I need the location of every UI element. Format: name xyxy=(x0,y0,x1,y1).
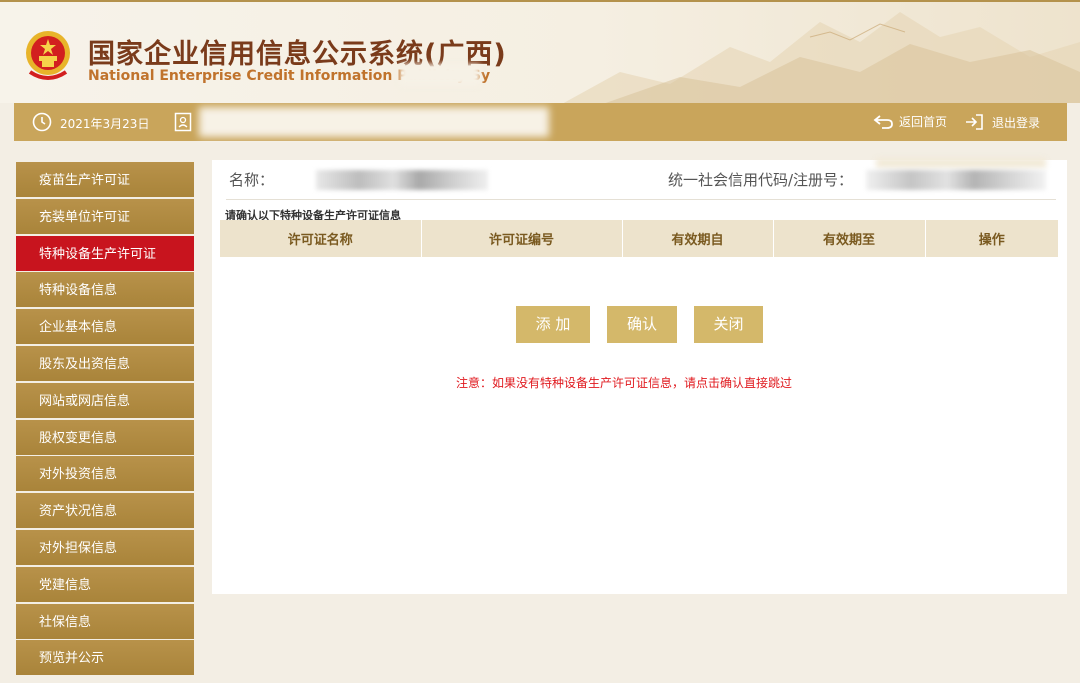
name-redaction xyxy=(316,170,488,190)
sidebar-item-filling-unit-license[interactable]: 充装单位许可证 xyxy=(16,198,194,234)
logout-label: 退出登录 xyxy=(992,115,1041,130)
col-valid-to: 有效期至 xyxy=(773,220,926,257)
return-home-link[interactable]: 返回首页 xyxy=(872,113,947,130)
return-arrow-icon xyxy=(873,114,893,129)
sidebar-item-preview-publish[interactable]: 预览并公示 xyxy=(16,640,194,676)
main-panel: 名称： 统一社会信用代码/注册号： 请确认以下特种设备生产许可证信息 许可证名称… xyxy=(212,158,1067,594)
sidebar-item-special-equipment-license[interactable]: 特种设备生产许可证 xyxy=(16,235,194,271)
col-actions: 操作 xyxy=(925,220,1058,257)
sidebar-item-social-security[interactable]: 社保信息 xyxy=(16,603,194,639)
username-redaction xyxy=(199,107,549,137)
credit-code-redaction xyxy=(866,170,1046,190)
sidebar-item-equity-change[interactable]: 股权变更信息 xyxy=(16,419,194,455)
return-home-label: 返回首页 xyxy=(899,115,948,129)
license-table: 许可证名称 许可证编号 有效期自 有效期至 操作 xyxy=(220,220,1058,257)
user-badge-icon xyxy=(174,112,192,132)
sidebar-item-investment[interactable]: 对外投资信息 xyxy=(16,456,194,492)
sidebar-item-guarantee[interactable]: 对外担保信息 xyxy=(16,529,194,565)
enterprise-info-row: 名称： 统一社会信用代码/注册号： xyxy=(226,158,1056,200)
add-button[interactable]: 添 加 xyxy=(516,306,590,343)
col-license-name: 许可证名称 xyxy=(220,220,422,257)
col-license-number: 许可证编号 xyxy=(421,220,623,257)
sidebar-item-special-equipment-info[interactable]: 特种设备信息 xyxy=(16,272,194,308)
mountain-illustration xyxy=(563,12,1080,103)
sidebar-item-assets[interactable]: 资产状况信息 xyxy=(16,493,194,529)
table-header-row: 许可证名称 许可证编号 有效期自 有效期至 操作 xyxy=(220,220,1058,257)
credit-code-label: 统一社会信用代码/注册号： xyxy=(668,171,854,189)
logout-link[interactable]: 退出登录 xyxy=(964,113,1040,131)
credit-code-redaction-top xyxy=(876,158,1046,168)
sidebar-item-party[interactable]: 党建信息 xyxy=(16,566,194,602)
current-date: 2021年3月23日 xyxy=(60,117,150,131)
skip-notice: 注意：如果没有特种设备生产许可证信息，请点击确认直接跳过 xyxy=(456,376,793,390)
sidebar-item-vaccine-license[interactable]: 疫苗生产许可证 xyxy=(16,162,194,197)
confirm-button[interactable]: 确认 xyxy=(607,306,677,343)
national-emblem-icon xyxy=(26,31,70,80)
close-button[interactable]: 关闭 xyxy=(694,306,763,343)
col-valid-from: 有效期自 xyxy=(622,220,774,257)
site-header: 国家企业信用信息公示系统(广西) National Enterprise Cre… xyxy=(0,0,1080,103)
sidebar-nav: 疫苗生产许可证 充装单位许可证 特种设备生产许可证 特种设备信息 企业基本信息 … xyxy=(16,162,194,677)
sidebar-item-website[interactable]: 网站或网店信息 xyxy=(16,382,194,418)
sidebar-item-basic-info[interactable]: 企业基本信息 xyxy=(16,309,194,345)
clock-icon xyxy=(32,112,52,132)
top-bar: 2021年3月23日 返回首页 退出登录 xyxy=(14,103,1067,141)
sidebar-item-shareholders[interactable]: 股东及出资信息 xyxy=(16,345,194,381)
logout-icon xyxy=(966,114,983,130)
title-redaction xyxy=(400,64,480,86)
name-label: 名称： xyxy=(229,171,275,189)
